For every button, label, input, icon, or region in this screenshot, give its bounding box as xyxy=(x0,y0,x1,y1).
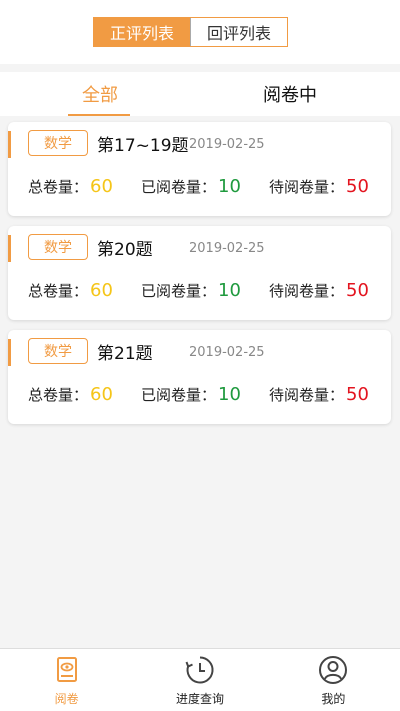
total-label: 总卷量： xyxy=(28,385,89,404)
done-count: 已阅卷量： 10 xyxy=(141,174,241,198)
subject-tag: 数学 xyxy=(28,130,88,156)
done-value: 10 xyxy=(218,279,241,301)
done-count: 已阅卷量： 10 xyxy=(141,382,241,406)
nav-item-mine[interactable]: 我的 xyxy=(267,649,400,711)
pending-value: 50 xyxy=(346,383,369,405)
pending-value: 50 xyxy=(346,279,369,301)
tab-re-review-list[interactable]: 回评列表 xyxy=(190,18,287,46)
top-bar: 正评列表 回评列表 xyxy=(0,0,400,64)
pending-count: 待阅卷量： 50 xyxy=(269,382,369,406)
question-title: 第17~19题 xyxy=(97,135,189,156)
bottom-nav: 阅卷 进度查询 我的 xyxy=(0,648,400,711)
status-tabs: 全部 阅卷中 xyxy=(0,72,400,116)
pending-count: 待阅卷量： 50 xyxy=(269,278,369,302)
subject-tag: 数学 xyxy=(28,234,88,260)
total-count: 总卷量： 60 xyxy=(28,382,113,406)
card-accent-bar xyxy=(8,339,11,366)
tab-in-progress[interactable]: 阅卷中 xyxy=(240,72,340,116)
nav-label-marking: 阅卷 xyxy=(54,692,79,706)
card-accent-bar xyxy=(8,131,11,158)
total-count: 总卷量： 60 xyxy=(28,278,113,302)
total-value: 60 xyxy=(90,175,113,197)
review-type-toggle: 正评列表 回评列表 xyxy=(93,17,288,47)
user-icon xyxy=(319,656,348,684)
question-title: 第20题 xyxy=(97,239,153,260)
task-card[interactable]: 数学 第20题 2019-02-25 总卷量： 60 已阅卷量： 10 待阅卷量： 5… xyxy=(8,226,391,320)
task-date: 2019-02-25 xyxy=(189,240,265,256)
total-value: 60 xyxy=(90,383,113,405)
task-date: 2019-02-25 xyxy=(189,136,265,152)
pending-value: 50 xyxy=(346,175,369,197)
done-label: 已阅卷量： xyxy=(141,177,217,196)
task-card[interactable]: 数学 第17~19题 2019-02-25 总卷量： 60 已阅卷量： 10 待阅卷… xyxy=(8,122,391,216)
task-date: 2019-02-25 xyxy=(189,344,265,360)
done-value: 10 xyxy=(218,175,241,197)
total-label: 总卷量： xyxy=(28,177,89,196)
task-card[interactable]: 数学 第21题 2019-02-25 总卷量： 60 已阅卷量： 10 待阅卷量： 5… xyxy=(8,330,391,424)
nav-label-mine: 我的 xyxy=(321,692,346,706)
paper-eye-icon xyxy=(56,657,77,682)
tab-first-review-list[interactable]: 正评列表 xyxy=(94,18,190,46)
question-title: 第21题 xyxy=(97,343,153,364)
pending-label: 待阅卷量： xyxy=(269,281,345,300)
tab-all[interactable]: 全部 xyxy=(70,72,130,116)
done-count: 已阅卷量： 10 xyxy=(141,278,241,302)
done-label: 已阅卷量： xyxy=(141,385,217,404)
total-value: 60 xyxy=(90,279,113,301)
subject-tag: 数学 xyxy=(28,338,88,364)
total-label: 总卷量： xyxy=(28,281,89,300)
nav-item-marking[interactable]: 阅卷 xyxy=(0,649,133,711)
pending-label: 待阅卷量： xyxy=(269,385,345,404)
pending-label: 待阅卷量： xyxy=(269,177,345,196)
clock-history-icon xyxy=(185,656,214,684)
card-accent-bar xyxy=(8,235,11,262)
nav-item-progress[interactable]: 进度查询 xyxy=(133,649,266,711)
total-count: 总卷量： 60 xyxy=(28,174,113,198)
done-label: 已阅卷量： xyxy=(141,281,217,300)
pending-count: 待阅卷量： 50 xyxy=(269,174,369,198)
active-tab-indicator xyxy=(68,114,130,116)
nav-label-progress: 进度查询 xyxy=(175,692,224,706)
done-value: 10 xyxy=(218,383,241,405)
